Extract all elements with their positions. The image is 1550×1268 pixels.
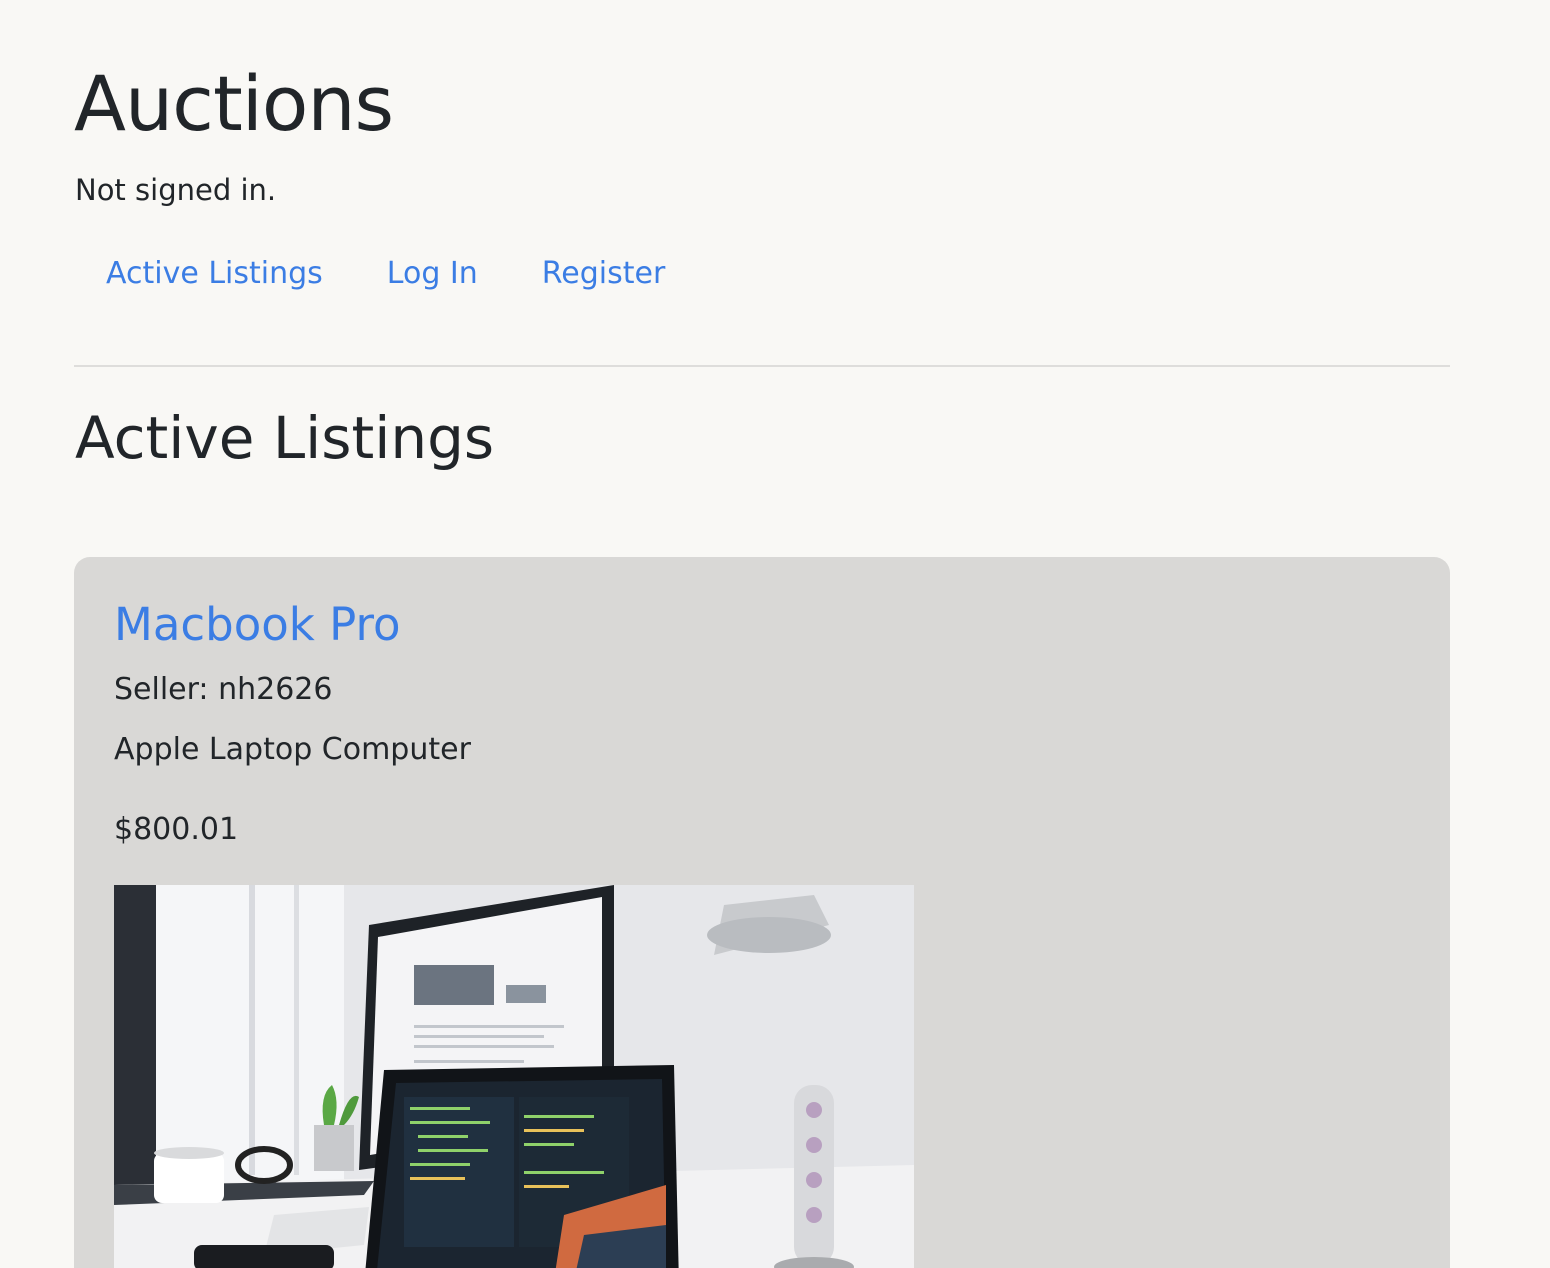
auth-status: Not signed in. — [75, 173, 277, 207]
nav-link-register[interactable]: Register — [510, 254, 698, 294]
listing-card: Macbook Pro Seller: nh2626 Apple Laptop … — [74, 557, 1450, 1268]
listing-title-link[interactable]: Macbook Pro — [114, 595, 401, 655]
main-nav: Active Listings Log In Register — [74, 254, 697, 294]
site-title: Auctions — [74, 59, 394, 148]
nav-item-register: Register — [510, 254, 698, 294]
nav-item-active-listings: Active Listings — [74, 254, 355, 294]
listing-price: $800.01 — [114, 812, 239, 847]
section-title: Active Listings — [75, 404, 495, 472]
nav-link-active-listings[interactable]: Active Listings — [74, 254, 355, 294]
header-divider — [74, 365, 1450, 367]
page: Auctions Not signed in. Active Listings … — [0, 0, 1550, 1268]
nav-link-log-in[interactable]: Log In — [355, 254, 510, 294]
listing-image — [114, 885, 914, 1268]
listing-description: Apple Laptop Computer — [114, 732, 471, 767]
nav-item-log-in: Log In — [355, 254, 510, 294]
listing-seller: Seller: nh2626 — [114, 672, 333, 707]
